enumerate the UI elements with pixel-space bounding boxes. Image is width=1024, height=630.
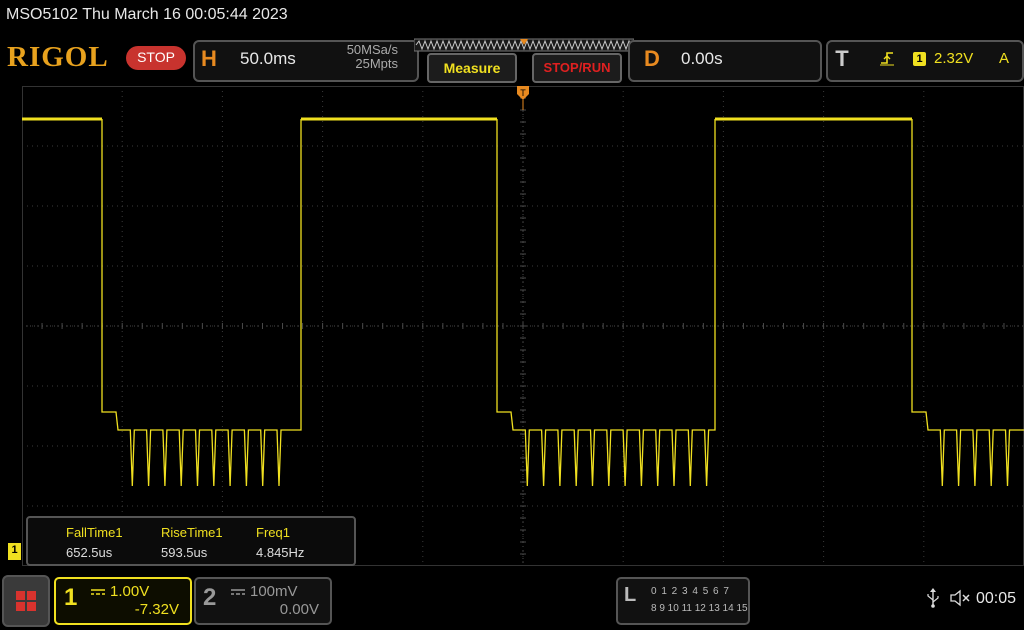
rigol-logo: RIGOL [7, 41, 109, 73]
speaker-muted-icon[interactable] [950, 589, 972, 607]
memory-depth: 25Mpts [355, 56, 398, 71]
stop-run-button[interactable]: STOP/RUN [532, 53, 622, 83]
sample-rate: 50MSa/s [346, 42, 398, 57]
rising-edge-icon [880, 52, 894, 66]
measurement-label: FallTime1 [66, 525, 123, 540]
measurement-value: 652.5us [66, 545, 113, 560]
waveform-display[interactable]: T [22, 86, 1024, 566]
channel2-scale: 100mV [250, 583, 298, 600]
measurement-label: RiseTime1 [161, 525, 223, 540]
main-menu-button[interactable] [2, 575, 50, 627]
trigger-level: 2.32V [934, 50, 974, 67]
trigger-tag: T [835, 46, 849, 71]
measurement-panel[interactable]: FallTime1 652.5us RiseTime1 593.5us Freq… [26, 516, 356, 566]
logic-analyzer-tag: L [624, 584, 637, 606]
grid-menu-icon [16, 591, 36, 611]
clock: 00:05 [976, 590, 1017, 607]
usb-icon [927, 588, 939, 608]
delay-tag: D [644, 46, 660, 71]
delay-value: 0.00s [681, 49, 723, 68]
channel1-waveform [101, 119, 1024, 487]
run-status-badge[interactable]: STOP [126, 46, 186, 70]
measure-button[interactable]: Measure [427, 53, 517, 83]
dc-coupling-icon [91, 589, 105, 595]
acquisition-info: 50MSa/s 25Mpts [330, 43, 398, 71]
measurement-value: 593.5us [161, 545, 208, 560]
trigger-source-badge: 1 [913, 52, 926, 66]
measurement-label: Freq1 [256, 525, 290, 540]
device-title: MSO5102 Thu March 16 00:05:44 2023 [6, 6, 288, 23]
title-bar: MSO5102 Thu March 16 00:05:44 2023 [0, 0, 1024, 32]
channel2-offset: 0.00V [279, 601, 319, 618]
measurement-value: 4.845Hz [256, 545, 305, 560]
digital-channels-row1: 0 1 2 3 4 5 6 7 [651, 586, 730, 597]
dc-coupling-icon [231, 589, 245, 595]
memory-timeline[interactable] [414, 38, 634, 52]
channel2-number: 2 [203, 584, 217, 611]
graticule [22, 86, 1024, 566]
horizontal-tag: H [201, 46, 217, 71]
trigger-mode: A [999, 50, 1010, 67]
channel1-number: 1 [64, 584, 78, 611]
channel1-offset-marker[interactable]: 1 [8, 543, 21, 560]
channel1-offset: -7.32V [134, 601, 179, 618]
timebase-value: 50.0ms [240, 49, 296, 68]
channel1-scale: 1.00V [110, 583, 150, 600]
digital-channels-row2: 8 9 10 11 12 13 14 15 [651, 603, 748, 614]
svg-text:T: T [520, 88, 526, 98]
